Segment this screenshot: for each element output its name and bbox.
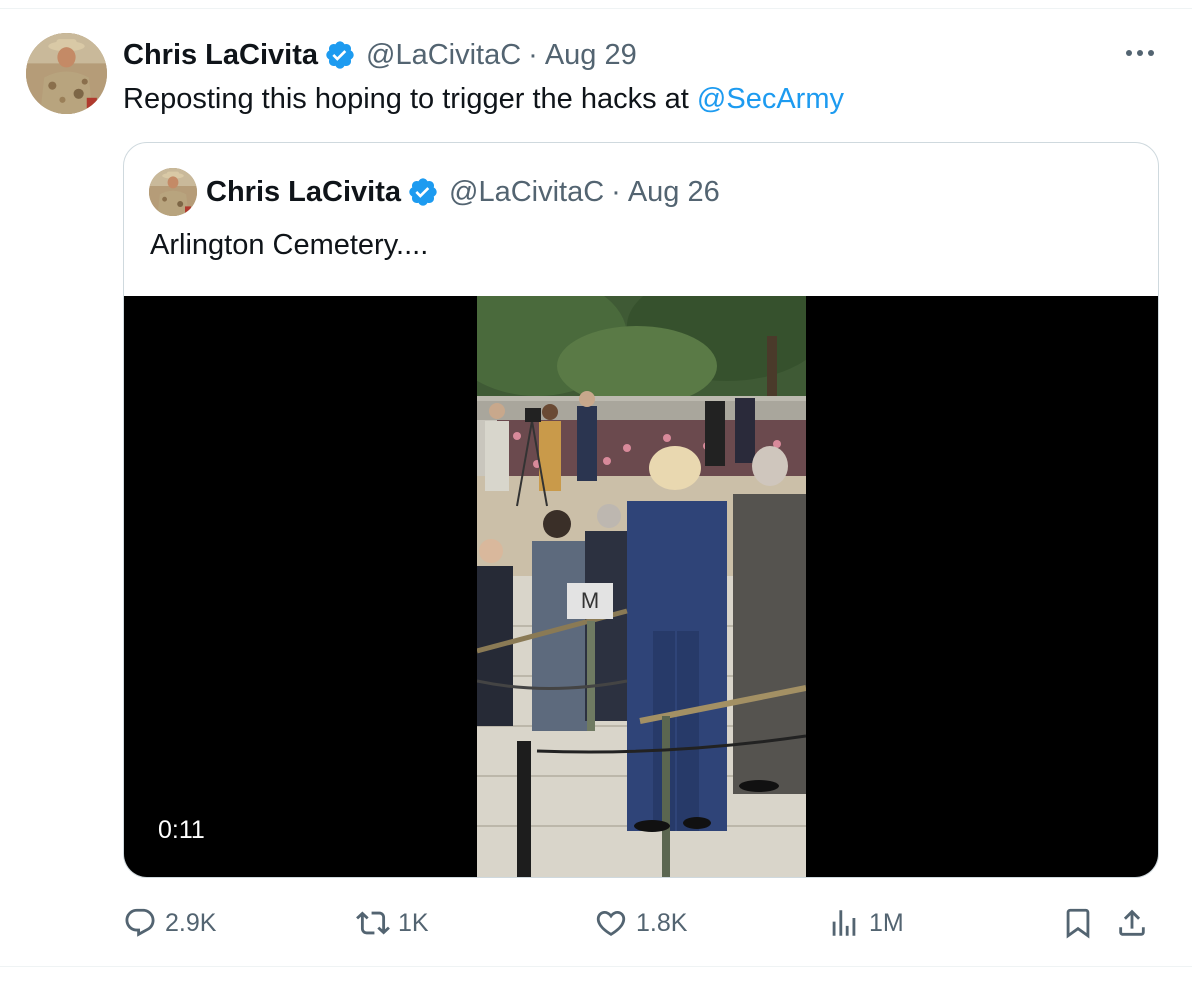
avatar-image [26, 33, 107, 114]
quoted-tweet-date[interactable]: Aug 26 [628, 176, 720, 209]
tweet-action-bar: 2.9K 1K 1.8K 1M [123, 900, 1163, 946]
quoted-author-handle[interactable]: @LaCivitaC [449, 176, 604, 209]
repost-count: 1K [398, 908, 429, 937]
header-separator: · [528, 38, 538, 71]
bookmark-icon [1066, 908, 1090, 939]
quoted-header-separator: · [611, 175, 621, 208]
like-button[interactable]: 1.8K [594, 900, 687, 946]
quoted-author-avatar[interactable] [149, 168, 197, 216]
repost-button[interactable]: 1K [356, 900, 429, 946]
verified-badge-icon [407, 176, 439, 208]
tweet-header: Chris LaCivita @LaCivitaC · Aug 29 [123, 38, 637, 72]
repost-icon [356, 911, 390, 935]
quoted-tweet-header: Chris LaCivita @LaCivitaC · Aug 26 [206, 174, 720, 210]
like-count: 1.8K [636, 908, 688, 937]
reply-button[interactable]: 2.9K [123, 900, 216, 946]
video-player[interactable]: M 0:11 [124, 296, 1158, 877]
verified-badge-icon [324, 39, 356, 71]
author-avatar[interactable] [26, 33, 107, 114]
sign-text: M [580, 588, 600, 613]
tweet-date[interactable]: Aug 29 [545, 39, 637, 72]
more-options-icon[interactable] [1120, 38, 1160, 68]
reply-count: 2.9K [165, 908, 217, 937]
video-still-image [477, 296, 806, 877]
quoted-tweet-text: Arlington Cemetery.... [150, 229, 429, 261]
author-name[interactable]: Chris LaCivita [123, 39, 318, 72]
views-chart-icon [832, 910, 856, 936]
heart-icon [596, 910, 626, 936]
views-count: 1M [869, 908, 904, 937]
bottom-divider [0, 966, 1192, 967]
video-frame: M [477, 296, 806, 877]
bookmark-button[interactable] [1061, 900, 1095, 946]
tweet-text: Reposting this hoping to trigger the hac… [123, 80, 844, 118]
share-button[interactable] [1115, 900, 1149, 946]
quoted-tweet-card[interactable]: Chris LaCivita @LaCivitaC · Aug 26 Arlin… [123, 142, 1159, 878]
quoted-author-name[interactable]: Chris LaCivita [206, 176, 401, 209]
share-icon [1119, 909, 1145, 936]
quoted-avatar-image [149, 168, 197, 216]
mention-link[interactable]: @SecArmy [697, 83, 844, 115]
top-divider [0, 8, 1192, 9]
reply-icon [125, 908, 155, 937]
video-duration: 0:11 [158, 816, 205, 844]
author-handle[interactable]: @LaCivitaC [366, 39, 521, 72]
tweet-text-body: Reposting this hoping to trigger the hac… [123, 83, 697, 115]
views-button[interactable]: 1M [827, 900, 904, 946]
